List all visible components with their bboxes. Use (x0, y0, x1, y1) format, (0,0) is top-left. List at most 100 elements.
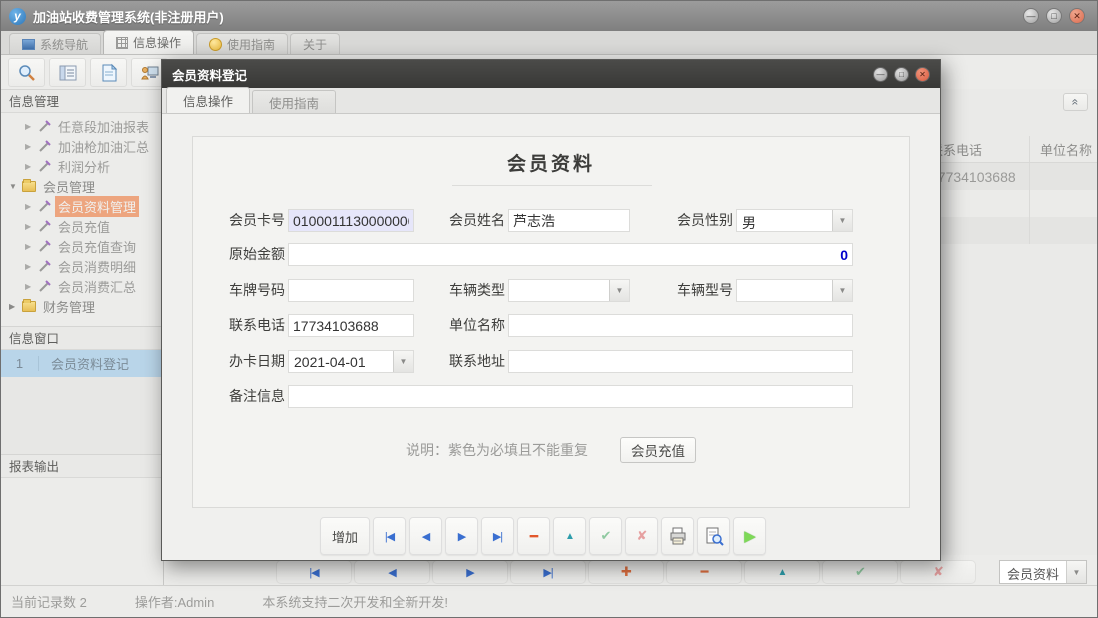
nav-add-button[interactable]: ✚ (588, 560, 664, 584)
minimize-button[interactable]: — (1023, 8, 1039, 24)
cell-phone: 17734103688 (926, 169, 1029, 185)
member-name-field[interactable] (508, 209, 630, 232)
original-amount-field[interactable] (288, 243, 853, 266)
expand-arrow-icon[interactable]: ▶ (25, 242, 34, 251)
expand-arrow-icon[interactable]: ▶ (25, 202, 34, 211)
nav-last-button[interactable]: ▶| (510, 560, 586, 584)
data-list-button[interactable] (49, 58, 86, 87)
dialog-titlebar: 会员资料登记 — □ ✕ (162, 60, 940, 88)
nav-delete-button[interactable]: ━ (666, 560, 742, 584)
chevron-down-icon[interactable]: ▼ (609, 280, 629, 301)
plate-no-field[interactable] (288, 279, 414, 302)
tree-item-member-profile[interactable]: ▶ 会员资料管理 (1, 196, 163, 216)
tree-item-finance-management[interactable]: ▶ 财务管理 (1, 296, 163, 316)
tree-label: 财务管理 (40, 296, 98, 317)
next-record-button[interactable]: ▶ (445, 517, 478, 555)
member-form-panel: 会员资料 会员卡号 会员姓名 会员性别 男 ▼ 原始金额 车牌号码 车辆类型 (192, 136, 910, 508)
dialog-tab-info-operation[interactable]: 信息操作 (166, 87, 250, 113)
print-preview-button[interactable] (697, 517, 730, 555)
chevron-down-icon[interactable]: ▼ (393, 351, 413, 372)
dialog-toolbar: 增加 |◀ ◀ ▶ ▶| ━ ▲ ✔ ✘ (162, 517, 940, 555)
nav-first-button[interactable]: |◀ (276, 560, 352, 584)
chevron-down-icon[interactable]: ▼ (832, 210, 852, 231)
company-label: 单位名称 (439, 314, 505, 337)
expand-arrow-icon[interactable]: ▶ (25, 142, 34, 151)
gender-select[interactable]: 男 ▼ (736, 209, 853, 232)
first-record-button[interactable]: |◀ (373, 517, 406, 555)
info-window-row[interactable]: 1 会员资料登记 (1, 350, 163, 377)
card-no-field[interactable] (288, 209, 414, 232)
tree-item-member-management[interactable]: ▼ 会员管理 (1, 176, 163, 196)
nav-next-button[interactable]: ▶ (432, 560, 508, 584)
card-date-select[interactable]: 2021-04-01 ▼ (288, 350, 414, 373)
column-header-company[interactable]: 单位名称 (1029, 136, 1097, 162)
close-button[interactable]: ✕ (1069, 8, 1085, 24)
tab-system-nav[interactable]: 系统导航 (9, 33, 101, 54)
confirm-button[interactable]: ✔ (589, 517, 622, 555)
previous-record-icon: ◀ (388, 566, 395, 579)
tool-icon (38, 140, 51, 153)
tab-user-guide[interactable]: 使用指南 (196, 33, 288, 54)
delete-record-button[interactable]: ━ (517, 517, 550, 555)
nav-cancel-button[interactable]: ✘ (900, 560, 976, 584)
nav-prev-button[interactable]: ◀ (354, 560, 430, 584)
dataset-selector[interactable]: 会员资料 ▼ (999, 560, 1087, 584)
main-tabbar: 系统导航 信息操作 使用指南 关于 (1, 31, 1097, 55)
member-name-label: 会员姓名 (439, 209, 505, 232)
gender-value: 男 (737, 210, 832, 231)
last-record-button[interactable]: ▶| (481, 517, 514, 555)
address-field[interactable] (508, 350, 853, 373)
company-field[interactable] (508, 314, 853, 337)
phone-field[interactable] (288, 314, 414, 337)
nav-edit-button[interactable]: ▲ (744, 560, 820, 584)
cancel-button[interactable]: ✘ (625, 517, 658, 555)
tree-item-fuel-report[interactable]: ▶ 任意段加油报表 (1, 116, 163, 136)
expand-arrow-icon[interactable]: ▶ (25, 282, 34, 291)
document-icon (99, 63, 119, 83)
expand-arrow-icon[interactable]: ▶ (9, 302, 18, 311)
tree-item-gun-summary[interactable]: ▶ 加油枪加油汇总 (1, 136, 163, 156)
print-icon (668, 526, 688, 546)
edit-record-icon: ▲ (565, 531, 574, 542)
panel-collapse-button[interactable]: « (1063, 93, 1088, 111)
tree-item-profit-analysis[interactable]: ▶ 利润分析 (1, 156, 163, 176)
dialog-maximize-button[interactable]: □ (894, 67, 909, 82)
tree-item-member-recharge[interactable]: ▶ 会员充值 (1, 216, 163, 236)
card-no-label: 会员卡号 (211, 209, 285, 232)
run-button[interactable]: ▶ (733, 517, 766, 555)
expand-arrow-icon[interactable]: ▶ (25, 222, 34, 231)
tree-item-consumption-summary[interactable]: ▶ 会员消费汇总 (1, 276, 163, 296)
document-button[interactable] (90, 58, 127, 87)
sidebar-header-info-window: 信息窗口 (1, 326, 163, 350)
preview-search-button[interactable] (8, 58, 45, 87)
chevron-down-icon[interactable]: ▼ (1066, 561, 1086, 583)
maximize-button[interactable]: □ (1046, 8, 1062, 24)
expand-arrow-icon[interactable]: ▶ (25, 262, 34, 271)
print-button[interactable] (661, 517, 694, 555)
dialog-tab-user-guide[interactable]: 使用指南 (252, 90, 336, 113)
prev-record-button[interactable]: ◀ (409, 517, 442, 555)
expand-arrow-icon[interactable]: ▶ (25, 122, 34, 131)
tree-item-consumption-detail[interactable]: ▶ 会员消费明细 (1, 256, 163, 276)
add-button[interactable]: 增加 (320, 517, 370, 555)
tab-label: 信息操作 (133, 34, 181, 51)
chevron-down-icon[interactable]: ▼ (832, 280, 852, 301)
collapse-arrow-icon[interactable]: ▼ (9, 182, 18, 191)
tab-info-operation[interactable]: 信息操作 (103, 30, 194, 54)
tree-item-recharge-query[interactable]: ▶ 会员充值查询 (1, 236, 163, 256)
dialog-minimize-button[interactable]: — (873, 67, 888, 82)
cancel-icon: ✘ (933, 564, 943, 580)
tab-about[interactable]: 关于 (290, 33, 340, 54)
phone-label: 联系电话 (211, 314, 285, 337)
dialog-close-button[interactable]: ✕ (915, 67, 930, 82)
remark-field[interactable] (288, 385, 853, 408)
nav-confirm-button[interactable]: ✔ (822, 560, 898, 584)
vehicle-type-select[interactable]: ▼ (508, 279, 630, 302)
column-header-phone[interactable]: 联系电话 (926, 140, 1029, 159)
sidebar-header-report-output: 报表输出 (1, 454, 163, 478)
vehicle-model-select[interactable]: ▼ (736, 279, 853, 302)
edit-record-button[interactable]: ▲ (553, 517, 586, 555)
member-recharge-button[interactable]: 会员充值 (620, 437, 696, 463)
address-label: 联系地址 (439, 350, 505, 373)
expand-arrow-icon[interactable]: ▶ (25, 162, 34, 171)
